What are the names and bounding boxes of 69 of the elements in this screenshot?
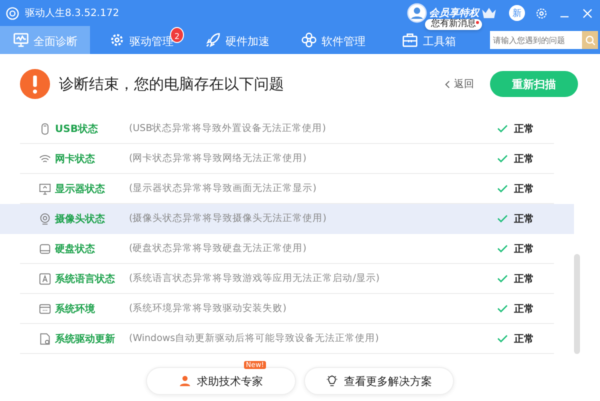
search-field[interactable]: 请输入您遇到的问题 xyxy=(490,31,582,49)
lightbulb-icon xyxy=(326,375,338,387)
news-button[interactable]: 新 xyxy=(509,5,525,21)
check-icon xyxy=(497,334,508,343)
scrollbar-thumb[interactable] xyxy=(574,254,580,354)
item-description: (USB状态异常将导致外置设备无法正常使用) xyxy=(129,122,326,135)
check-icon xyxy=(497,124,508,133)
item-name: 摄像头状态 xyxy=(55,212,106,226)
status-text: 正常 xyxy=(514,302,534,316)
status-text: 正常 xyxy=(514,212,534,226)
avatar-icon[interactable] xyxy=(407,3,427,23)
help-button[interactable]: 求助技术专家 xyxy=(146,367,296,395)
chevron-icon xyxy=(445,80,450,88)
item-name: USB状态 xyxy=(55,122,99,136)
rocket-icon xyxy=(204,32,220,48)
monitor-icon xyxy=(12,32,28,48)
toolbox-icon xyxy=(402,32,418,48)
status-text: 正常 xyxy=(514,182,534,196)
check-icon xyxy=(497,184,508,193)
file-icon xyxy=(39,332,51,344)
status-row[interactable]: 网卡状态 (网卡状态异常将导致网络无法正常使用) 正常 xyxy=(0,144,574,174)
item-description: (系统语言状态异常将导致游戏等应用无法正常启动/显示) xyxy=(129,272,380,285)
status-row[interactable]: 系统驱动更新 (Windows自动更新驱动后将可能导致设备无法正常使用) 正常 xyxy=(0,324,574,354)
status-row[interactable]: 系统语言状态 (系统语言状态异常将导致游戏等应用无法正常启动/显示) 正常 xyxy=(0,264,574,294)
check-icon xyxy=(497,304,508,313)
item-description: (摄像头状态异常将导致摄像头无法正常使用) xyxy=(129,212,326,225)
app-logo-icon xyxy=(6,6,19,20)
check-icon xyxy=(497,154,508,163)
item-name: 显示器状态 xyxy=(55,182,106,196)
settings-icon[interactable] xyxy=(535,6,548,20)
item-description: (系统环境异常将导致驱动安装失败) xyxy=(129,302,286,315)
status-text: 正常 xyxy=(514,272,534,286)
item-name: 硬盘状态 xyxy=(55,242,96,256)
status-text: 正常 xyxy=(514,152,534,166)
window-title: 驱动人生8.3.52.172 xyxy=(25,6,120,20)
status-row[interactable]: 摄像头状态 (摄像头状态异常将导致摄像头无法正常使用) 正常 xyxy=(0,204,574,234)
item-description: (Windows自动更新驱动后将可能导致设备无法正常使用) xyxy=(129,332,379,345)
window-icon xyxy=(39,302,51,314)
wifi-icon xyxy=(39,152,51,164)
result-title: 诊断结束，您的电脑存在以下问题 xyxy=(59,74,284,94)
check-icon xyxy=(497,244,508,253)
message-tooltip[interactable]: 您有新消息 xyxy=(425,19,482,30)
item-description: (硬盘状态异常将导致硬盘无法正常使用) xyxy=(129,242,306,255)
status-text: 正常 xyxy=(514,242,534,256)
warning-icon xyxy=(19,68,51,100)
item-name: 系统环境 xyxy=(55,302,96,316)
check-icon xyxy=(497,214,508,223)
status-text: 正常 xyxy=(514,122,534,136)
status-row[interactable]: 系统环境 (系统环境异常将导致驱动安装失败) 正常 xyxy=(0,294,574,324)
status-text: 正常 xyxy=(514,332,534,346)
crown-icon xyxy=(481,7,497,19)
status-row[interactable]: 硬盘状态 (硬盘状态异常将导致硬盘无法正常使用) 正常 xyxy=(0,234,574,264)
status-row[interactable]: USB状态 (USB状态异常将导致外置设备无法正常使用) 正常 xyxy=(0,114,574,144)
flower-icon xyxy=(300,32,316,48)
camera-icon xyxy=(39,212,51,224)
item-name: 网卡状态 xyxy=(55,152,96,166)
monitor-icon xyxy=(39,182,51,194)
usb-icon xyxy=(39,122,51,134)
person-icon xyxy=(179,375,191,387)
back-link[interactable]: 返回 xyxy=(445,77,474,91)
gear-icon xyxy=(108,32,124,48)
lang-icon xyxy=(39,272,51,284)
item-description: (网卡状态异常将导致网络无法正常使用) xyxy=(129,152,306,165)
close-icon[interactable] xyxy=(581,6,594,20)
help-button[interactable]: 查看更多解决方案 xyxy=(304,367,454,395)
item-name: 系统语言状态 xyxy=(55,272,116,286)
check-icon xyxy=(497,274,508,283)
item-description: (显示器状态异常将导致画面无法正常显示) xyxy=(129,182,316,195)
item-name: 系统驱动更新 xyxy=(55,332,116,346)
